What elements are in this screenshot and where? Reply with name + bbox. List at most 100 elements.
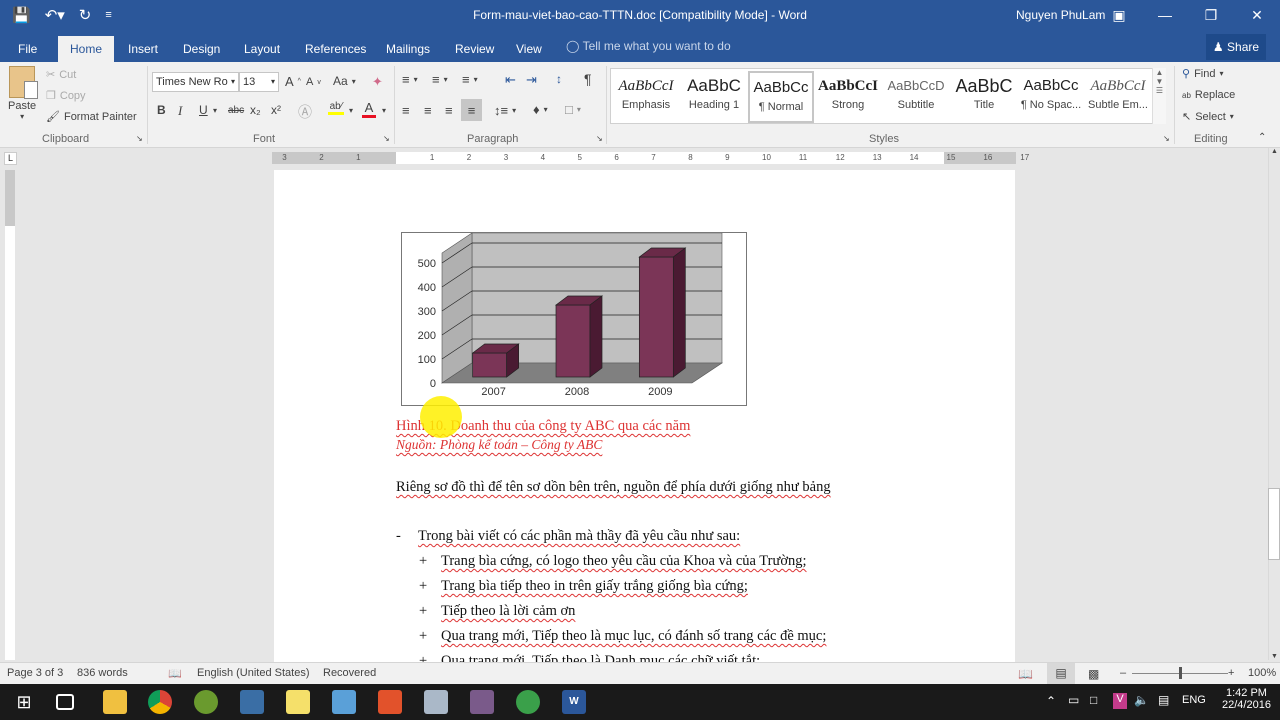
bold-button[interactable]: B — [157, 103, 166, 117]
task-view-icon[interactable] — [56, 694, 74, 710]
highlight-color-button[interactable]: ab⁄ — [328, 101, 344, 115]
font-color-dropdown-icon[interactable]: ▾ — [382, 106, 386, 115]
app-icon-blue[interactable] — [332, 690, 356, 714]
tab-view[interactable]: View — [506, 36, 552, 62]
ribbon-display-options-icon[interactable]: ▣ — [1096, 0, 1142, 30]
zoom-out-button[interactable]: – — [1120, 667, 1126, 679]
clipboard-launcher-icon[interactable]: ↘ — [136, 134, 143, 143]
chart-frame[interactable]: 0 100 200 300 400 500 2007 2008 2009 — [401, 232, 747, 406]
font-launcher-icon[interactable]: ↘ — [383, 134, 390, 143]
borders-button[interactable]: □ ▾ — [565, 102, 581, 117]
multilevel-list-button[interactable]: ≡ ▾ — [462, 72, 478, 87]
style-heading-1[interactable]: AaBbC Heading 1 — [681, 71, 747, 123]
grow-font-button[interactable]: A ^ — [285, 74, 301, 89]
superscript-button[interactable]: x² — [271, 103, 281, 117]
style-emphasis[interactable]: AaBbCcI Emphasis — [613, 71, 679, 123]
copy-button[interactable]: ❐ Copy — [46, 89, 86, 103]
scroll-up-icon[interactable]: ▲ — [1269, 148, 1280, 155]
bullets-button[interactable]: ≡ ▾ — [402, 72, 418, 87]
app-icon-gray[interactable] — [424, 690, 448, 714]
proofing-icon[interactable]: 📖 — [168, 667, 182, 680]
align-right-icon[interactable]: ≡ — [445, 103, 453, 118]
volume-icon[interactable]: 🔈 — [1134, 693, 1149, 707]
word-count[interactable]: 836 words — [77, 667, 128, 679]
style-subtle-emphasis[interactable]: AaBbCcI Subtle Em... — [1085, 71, 1151, 123]
battery-icon[interactable]: ▭ — [1068, 693, 1079, 707]
italic-button[interactable]: I — [178, 103, 182, 119]
styles-launcher-icon[interactable]: ↘ — [1163, 134, 1170, 143]
style-strong[interactable]: AaBbCcI Strong — [815, 71, 881, 123]
text-effects-icon[interactable]: Ⓐ — [298, 102, 312, 122]
select-button[interactable]: ↖ Select ▾ — [1182, 110, 1234, 124]
horizontal-ruler[interactable]: 3 2 1 1 2 3 4 5 6 7 8 9 10 11 12 13 14 15 16 17 — [272, 152, 1029, 164]
clock[interactable]: 1:42 PM 22/4/2016 — [1222, 687, 1271, 711]
tab-references[interactable]: References — [295, 36, 376, 62]
file-explorer-icon[interactable] — [103, 690, 127, 714]
format-painter-button[interactable]: 🖌 Format Painter — [46, 110, 137, 124]
tab-mailings[interactable]: Mailings — [376, 36, 440, 62]
numbering-button[interactable]: ≡ ▾ — [432, 72, 448, 87]
user-name[interactable]: Nguyen PhuLam — [1016, 8, 1105, 22]
font-color-button[interactable]: A — [362, 100, 376, 118]
zoom-slider-thumb[interactable] — [1179, 667, 1182, 679]
print-layout-icon[interactable]: ▤ — [1047, 663, 1075, 684]
increase-indent-icon[interactable]: ⇥ — [526, 72, 537, 88]
web-layout-icon[interactable]: ▩ — [1088, 667, 1099, 681]
restore-icon[interactable]: ❐ — [1188, 0, 1234, 30]
cut-button[interactable]: ✂ Cut — [46, 68, 76, 82]
style-title[interactable]: AaBbC Title — [951, 71, 1017, 123]
subscript-button[interactable]: x₂ — [250, 103, 261, 117]
highlight-dropdown-icon[interactable]: ▾ — [349, 106, 353, 115]
windows-start-icon[interactable]: ⊞ — [12, 690, 36, 714]
page-count[interactable]: Page 3 of 3 — [7, 667, 63, 679]
tab-review[interactable]: Review — [445, 36, 504, 62]
internet-download-icon[interactable] — [516, 690, 540, 714]
replace-button[interactable]: ab Replace — [1182, 89, 1235, 101]
style-no-spacing[interactable]: AaBbCc ¶ No Spac... — [1018, 71, 1084, 123]
word-taskbar-icon[interactable]: W — [562, 690, 586, 714]
style-normal[interactable]: AaBbCc ¶ Normal — [748, 71, 814, 123]
align-center-icon[interactable]: ≡ — [424, 103, 432, 118]
shading-button[interactable]: ♦ ▾ — [533, 102, 548, 117]
foxit-reader-icon[interactable] — [378, 690, 402, 714]
document-page[interactable]: 0 100 200 300 400 500 2007 2008 2009 Hình 10. Do… — [274, 170, 1015, 669]
tab-design[interactable]: Design — [173, 36, 230, 62]
show-hidden-icons[interactable]: ⌃ — [1046, 694, 1056, 708]
show-formatting-button[interactable]: ¶ — [584, 71, 592, 87]
sticky-notes-icon[interactable] — [286, 690, 310, 714]
clear-formatting-icon[interactable]: ✦ — [372, 74, 383, 90]
winrar-icon[interactable] — [470, 690, 494, 714]
styles-gallery-scroll[interactable]: ▲ ▼ ☰ — [1152, 68, 1166, 124]
chrome-icon[interactable] — [148, 690, 172, 714]
tab-layout[interactable]: Layout — [234, 36, 290, 62]
vertical-ruler[interactable] — [5, 170, 15, 660]
find-button[interactable]: ⚲ Find ▾ — [1182, 67, 1223, 81]
align-left-icon[interactable]: ≡ — [402, 103, 410, 118]
tab-selector[interactable]: L — [4, 152, 17, 165]
decrease-indent-icon[interactable]: ⇤ — [505, 72, 516, 88]
collapse-ribbon-icon[interactable]: ⌃ — [1258, 132, 1266, 143]
vertical-scrollbar[interactable]: ▲ ▼ — [1268, 148, 1280, 660]
sort-icon[interactable]: ↕ — [556, 72, 562, 86]
style-subtitle[interactable]: AaBbCcD Subtitle — [883, 71, 949, 123]
tab-home[interactable]: Home — [58, 36, 114, 62]
tell-me-search[interactable]: ◯ Tell me what you want to do — [566, 39, 731, 53]
tab-file[interactable]: File — [8, 36, 47, 62]
app-icon-green[interactable] — [194, 690, 218, 714]
share-button[interactable]: ♟ Share — [1206, 34, 1266, 60]
paragraph-launcher-icon[interactable]: ↘ — [596, 134, 603, 143]
language[interactable]: English (United States) — [197, 667, 310, 679]
underline-button[interactable]: U — [199, 103, 208, 117]
notifications-icon[interactable]: ▤ — [1158, 693, 1169, 707]
font-name-select[interactable]: Times New Ro ▾ — [152, 72, 239, 92]
change-case-button[interactable]: Aa ▾ — [333, 74, 356, 88]
strikethrough-button[interactable]: abc — [228, 105, 244, 116]
network-icon[interactable]: □ — [1090, 693, 1097, 707]
zoom-level[interactable]: 100% — [1248, 667, 1276, 679]
tab-insert[interactable]: Insert — [118, 36, 168, 62]
paste-button[interactable]: Paste ▾ — [8, 66, 39, 121]
app-icon-photo[interactable] — [240, 690, 264, 714]
vietkey-icon[interactable]: V — [1113, 693, 1127, 709]
close-icon[interactable]: ✕ — [1234, 0, 1280, 30]
justify-icon[interactable]: ≡ — [461, 99, 482, 121]
